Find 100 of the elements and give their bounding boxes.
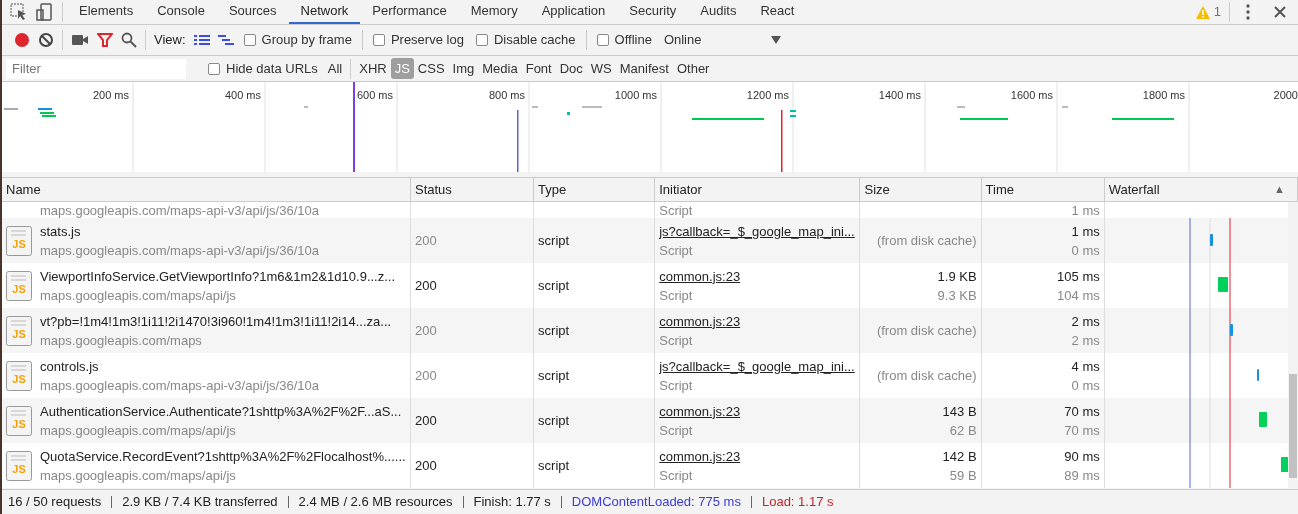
script-file-icon: JS	[6, 360, 32, 391]
request-name: ViewportInfoService.GetViewportInfo?1m6&1m2&1d10.9...z...	[40, 267, 396, 286]
throttling-dropdown[interactable]: Online	[657, 30, 788, 50]
resource-size: 62 B	[948, 421, 977, 440]
panel-tab[interactable]: Console	[145, 0, 217, 24]
column-title: Waterfall	[1108, 180, 1160, 199]
resource-type-filter[interactable]: Media	[478, 57, 522, 80]
column-header[interactable]: Waterfall ▲	[1104, 178, 1298, 201]
waterfall-bar	[1256, 369, 1259, 381]
scrollbar[interactable]	[1288, 202, 1298, 489]
status-summary: Load: 1.17 s	[761, 493, 834, 512]
resource-type-filter[interactable]: Font	[521, 57, 556, 80]
initiator-type: Script	[659, 286, 694, 305]
request-url: maps.googleapis.com/maps	[40, 331, 203, 350]
initiator-link[interactable]: common.js:23	[659, 266, 741, 286]
checkbox-option[interactable]: Group by frame	[237, 30, 358, 50]
transfer-size: (from disk cache)	[876, 368, 977, 383]
initiator-type: Script	[659, 466, 694, 485]
status-code: 200	[414, 457, 437, 473]
resource-size: 9.3 KB	[936, 286, 977, 305]
transfer-size: 142 B	[941, 447, 977, 466]
initiator-link[interactable]: js?callback=_$_google_map_ini...	[659, 356, 855, 376]
request-name: QuotaService.RecordEvent?1shttp%3A%2F%2Flocalhost%......	[40, 447, 406, 466]
latency-value: 2 ms	[1070, 331, 1100, 350]
panel-tab[interactable]: Elements	[67, 0, 146, 24]
initiator-link[interactable]: common.js:23	[659, 446, 741, 466]
time-tick-label: 2000	[1273, 89, 1298, 101]
transfer-size: 1.9 KB	[936, 267, 977, 286]
panel-tab[interactable]: React	[748, 0, 807, 24]
request-url: maps.googleapis.com/maps-api-v3/api/js/36/10a	[40, 241, 319, 260]
time-tick-label: 600 ms	[356, 89, 393, 101]
hide-data-urls-checkbox[interactable]: Hide data URLs	[202, 58, 324, 79]
time-tick-label: 400 ms	[224, 89, 261, 101]
resource-type: script	[538, 367, 570, 383]
initiator-link[interactable]: common.js:23	[659, 311, 741, 331]
time-tick-label: 800 ms	[488, 89, 525, 101]
script-file-icon: JS	[6, 315, 32, 346]
resource-type-filter[interactable]: Other	[672, 57, 714, 80]
time-tick-label: 1400 ms	[878, 89, 921, 101]
column-header[interactable]: Status	[410, 178, 534, 201]
latency-value: 0 ms	[1070, 241, 1100, 260]
time-value: 70 ms	[1063, 402, 1100, 421]
resource-type-filter[interactable]: Img	[448, 57, 479, 80]
warning-icon	[1195, 5, 1210, 19]
status-summary: DOMContentLoaded: 775 ms	[571, 493, 741, 512]
resource-type-filter[interactable]: Manifest	[615, 57, 673, 80]
time-tick-label: 1000 ms	[614, 89, 657, 101]
resource-type-filter[interactable]: All	[323, 57, 347, 80]
panel-tab[interactable]: Security	[617, 0, 689, 24]
time-value: 1 ms	[1070, 222, 1100, 241]
request-url: maps.googleapis.com/maps-api-v3/api/js/36/10a	[39, 203, 319, 218]
checkbox-option[interactable]: Preserve log	[366, 30, 470, 50]
column-header[interactable]: Size	[859, 178, 982, 201]
resource-size: 59 B	[948, 466, 977, 485]
initiator-link[interactable]: common.js:23	[659, 401, 741, 421]
time-tick-label: 1800 ms	[1142, 89, 1185, 101]
waterfall-bar	[1209, 234, 1213, 246]
view-label: View:	[153, 31, 187, 50]
time-value: 90 ms	[1063, 447, 1100, 466]
panel-tab[interactable]: Performance	[360, 0, 459, 24]
column-header[interactable]: Initiator	[654, 178, 860, 201]
time-tick-label: 200 ms	[92, 89, 129, 101]
script-file-icon: JS	[6, 405, 32, 436]
initiator-type: Script	[659, 421, 694, 440]
checkbox-option[interactable]: Offline	[590, 30, 658, 50]
waterfall-bar	[1217, 277, 1228, 292]
resource-type: script	[538, 457, 570, 473]
column-header[interactable]: Time	[981, 178, 1105, 201]
column-header[interactable]: Name	[2, 178, 411, 201]
status-code: 200	[414, 232, 437, 248]
panel-tab[interactable]: Application	[529, 0, 618, 24]
script-file-icon: JS	[6, 450, 32, 481]
status-summary: 2.9 KB / 7.4 KB transferred	[122, 493, 278, 512]
transfer-size: (from disk cache)	[876, 323, 977, 338]
panel-tab[interactable]: Network	[288, 0, 361, 24]
initiator-type: Script	[659, 203, 693, 218]
waterfall-bar	[1229, 324, 1233, 336]
resource-type-filter[interactable]: Doc	[555, 57, 587, 80]
panel-tab[interactable]: Audits	[688, 0, 749, 24]
panel-tab[interactable]: Sources	[216, 0, 289, 24]
latency-value: 0 ms	[1070, 376, 1100, 395]
checkbox-option[interactable]: Disable cache	[469, 30, 582, 50]
request-name: vt?pb=!1m4!1m3!1i11!2i1470!3i960!1m4!1m3!1i11!2i14...za...	[40, 312, 392, 331]
request-url: maps.googleapis.com/maps/api/js	[40, 286, 237, 305]
warning-count-button[interactable]: 1	[1191, 2, 1225, 22]
time-tick-label: 1600 ms	[1010, 89, 1053, 101]
initiator-link[interactable]: js?callback=_$_google_map_ini...	[659, 221, 855, 241]
sort-indicator: ▲	[1274, 182, 1286, 197]
column-header[interactable]: Type	[533, 178, 655, 201]
panel-tab[interactable]: Memory	[458, 0, 530, 24]
resource-type-filter[interactable]: XHR	[355, 57, 391, 80]
script-file-icon: JS	[6, 270, 32, 301]
filter-input[interactable]: Filter	[6, 58, 186, 79]
resource-type-filter[interactable]: WS	[586, 57, 616, 80]
status-code: 200	[414, 322, 437, 338]
request-name: stats.js	[40, 222, 82, 241]
request-name: controls.js	[40, 357, 100, 376]
status-summary: 2.4 MB / 2.6 MB resources	[298, 493, 453, 512]
initiator-type: Script	[659, 376, 694, 395]
resource-type-filter[interactable]: CSS	[413, 57, 449, 80]
